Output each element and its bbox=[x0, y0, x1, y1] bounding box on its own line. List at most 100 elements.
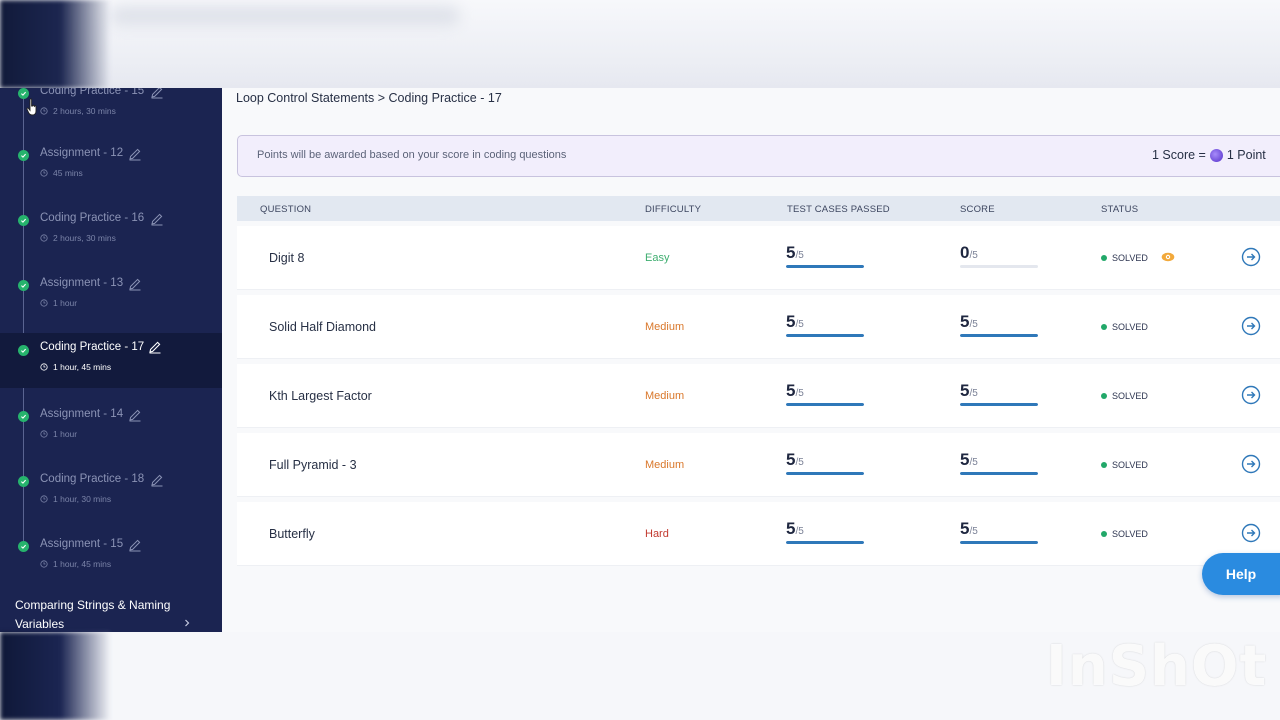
blurred-left-bottom bbox=[0, 632, 110, 720]
tests-progress-bar bbox=[786, 334, 864, 337]
duration-text: 1 hour, 45 mins bbox=[53, 559, 112, 569]
tests-progress-bar bbox=[786, 265, 864, 268]
status-text: SOLVED bbox=[1112, 391, 1148, 401]
blurred-left-top bbox=[0, 0, 110, 88]
status-dot bbox=[1101, 324, 1107, 330]
sidebar-item-assignment-13[interactable]: Assignment - 13 1 hour bbox=[0, 274, 222, 334]
sidebar-item-coding-practice-16[interactable]: Coding Practice - 16 2 hours, 30 mins bbox=[0, 209, 222, 269]
sidebar-item-label: Coding Practice - 17 bbox=[40, 341, 145, 353]
help-button[interactable]: Help bbox=[1202, 553, 1280, 595]
score-point-ratio: 1 Score = 1 Point bbox=[1152, 148, 1266, 162]
arrow-right-circle-icon[interactable] bbox=[1241, 385, 1261, 405]
sidebar-item-assignment-12[interactable]: Assignment - 12 45 mins bbox=[0, 144, 222, 204]
tests-progress-bar bbox=[786, 403, 864, 406]
tests-progress-fill bbox=[786, 403, 864, 406]
duration: 1 hour bbox=[40, 429, 77, 439]
pencil-icon[interactable] bbox=[150, 212, 164, 226]
score-progress-fill bbox=[960, 541, 1038, 544]
tests-progress-bar bbox=[786, 472, 864, 475]
sidebar-item-assignment-14[interactable]: Assignment - 14 1 hour bbox=[0, 405, 222, 465]
status-badge: SOLVED bbox=[1101, 253, 1148, 263]
pencil-icon[interactable] bbox=[128, 277, 142, 291]
table-row[interactable]: Full Pyramid - 3 Medium 5/5 5/5 SOLVED bbox=[237, 433, 1280, 497]
table-row[interactable]: Kth Largest Factor Medium 5/5 5/5 SOLVED bbox=[237, 364, 1280, 428]
arrow-right-circle-icon[interactable] bbox=[1241, 523, 1261, 543]
blurred-top-area bbox=[0, 0, 1280, 88]
score-total-value: /5 bbox=[969, 388, 978, 399]
table-row[interactable]: Digit 8 Easy 5/5 0/5 SOLVED bbox=[237, 226, 1280, 290]
score-total-value: /5 bbox=[969, 526, 978, 537]
status-dot bbox=[1101, 531, 1107, 537]
duration: 1 hour, 45 mins bbox=[40, 559, 111, 569]
status-text: SOLVED bbox=[1112, 460, 1148, 470]
status-dot bbox=[1101, 462, 1107, 468]
tests-total-value: /5 bbox=[795, 250, 804, 261]
pencil-icon[interactable] bbox=[128, 408, 142, 422]
arrow-right-circle-icon[interactable] bbox=[1241, 247, 1261, 267]
score-suffix: 1 Point bbox=[1226, 148, 1266, 162]
status-badge: SOLVED bbox=[1101, 529, 1148, 539]
sidebar-item-label: Coding Practice - 15 bbox=[40, 88, 145, 97]
sidebar-item-coding-practice-17[interactable]: Coding Practice - 17 1 hour, 45 mins bbox=[0, 333, 222, 388]
tests-progress-fill bbox=[786, 334, 864, 337]
duration-text: 1 hour, 30 mins bbox=[53, 494, 112, 504]
pencil-icon[interactable] bbox=[128, 538, 142, 552]
status-dot bbox=[1101, 255, 1107, 261]
sidebar-item-label: Assignment - 12 bbox=[40, 147, 124, 159]
question-name: Solid Half Diamond bbox=[269, 320, 376, 334]
difficulty-label: Medium bbox=[645, 459, 685, 471]
test-cases-passed: 5/5 bbox=[786, 243, 864, 268]
chevron-right-icon bbox=[185, 619, 190, 627]
score-total-value: /5 bbox=[969, 457, 978, 468]
question-name: Full Pyramid - 3 bbox=[269, 458, 357, 472]
header-difficulty: DIFFICULTY bbox=[645, 204, 702, 215]
duration-text: 2 hours, 30 mins bbox=[53, 106, 116, 116]
main-content: Loop Control Statements > Coding Practic… bbox=[222, 88, 1280, 632]
arrow-right-circle-icon[interactable] bbox=[1241, 316, 1261, 336]
duration: 2 hours, 30 mins bbox=[40, 106, 116, 116]
clock-icon bbox=[40, 234, 48, 242]
sidebar-item-coding-practice-18[interactable]: Coding Practice - 18 1 hour, 30 mins bbox=[0, 470, 222, 530]
pencil-icon[interactable] bbox=[148, 340, 162, 354]
score: 5/5 bbox=[960, 450, 1038, 475]
status-text: SOLVED bbox=[1112, 322, 1148, 332]
eye-icon[interactable] bbox=[1161, 251, 1175, 263]
pencil-icon[interactable] bbox=[150, 88, 164, 99]
tests-total-value: /5 bbox=[795, 319, 804, 330]
completed-check-icon bbox=[18, 411, 29, 422]
status-badge: SOLVED bbox=[1101, 322, 1148, 332]
duration-text: 1 hour bbox=[53, 298, 78, 308]
points-notice: Points will be awarded based on your sco… bbox=[237, 135, 1280, 177]
score-total-value: /5 bbox=[969, 319, 978, 330]
sidebar: Coding Practice - 15 2 hours, 30 mins As… bbox=[0, 88, 222, 632]
clock-icon bbox=[40, 363, 48, 371]
pencil-icon[interactable] bbox=[150, 473, 164, 487]
arrow-right-circle-icon[interactable] bbox=[1241, 454, 1261, 474]
score: 5/5 bbox=[960, 381, 1038, 406]
completed-check-icon bbox=[18, 476, 29, 487]
table-row[interactable]: Butterfly Hard 5/5 5/5 SOLVED bbox=[237, 502, 1280, 566]
question-name: Kth Largest Factor bbox=[269, 389, 372, 403]
pencil-icon[interactable] bbox=[128, 147, 142, 161]
table-row[interactable]: Solid Half Diamond Medium 5/5 5/5 SOLVED bbox=[237, 295, 1280, 359]
duration-text: 2 hours, 30 mins bbox=[53, 233, 116, 243]
section-title: Comparing Strings & Naming Variables bbox=[15, 598, 171, 631]
sidebar-item-label: Assignment - 13 bbox=[40, 277, 124, 289]
breadcrumb[interactable]: Loop Control Statements > Coding Practic… bbox=[236, 91, 502, 105]
coin-icon bbox=[1209, 148, 1223, 162]
tests-total-value: /5 bbox=[795, 457, 804, 468]
sidebar-section-next[interactable]: Comparing Strings & Naming Variables bbox=[0, 594, 222, 632]
header-test-cases: TEST CASES PASSED bbox=[787, 204, 890, 215]
clock-icon bbox=[40, 169, 48, 177]
duration: 2 hours, 30 mins bbox=[40, 233, 116, 243]
duration: 1 hour bbox=[40, 298, 77, 308]
sidebar-item-assignment-15[interactable]: Assignment - 15 1 hour, 45 mins bbox=[0, 535, 222, 595]
score-progress-bar bbox=[960, 334, 1038, 337]
clock-icon bbox=[40, 560, 48, 568]
test-cases-passed: 5/5 bbox=[786, 519, 864, 544]
tests-total-value: /5 bbox=[795, 388, 804, 399]
completed-check-icon bbox=[18, 215, 29, 226]
tests-progress-bar bbox=[786, 541, 864, 544]
difficulty-label: Medium bbox=[645, 390, 685, 402]
score-progress-bar bbox=[960, 403, 1038, 406]
